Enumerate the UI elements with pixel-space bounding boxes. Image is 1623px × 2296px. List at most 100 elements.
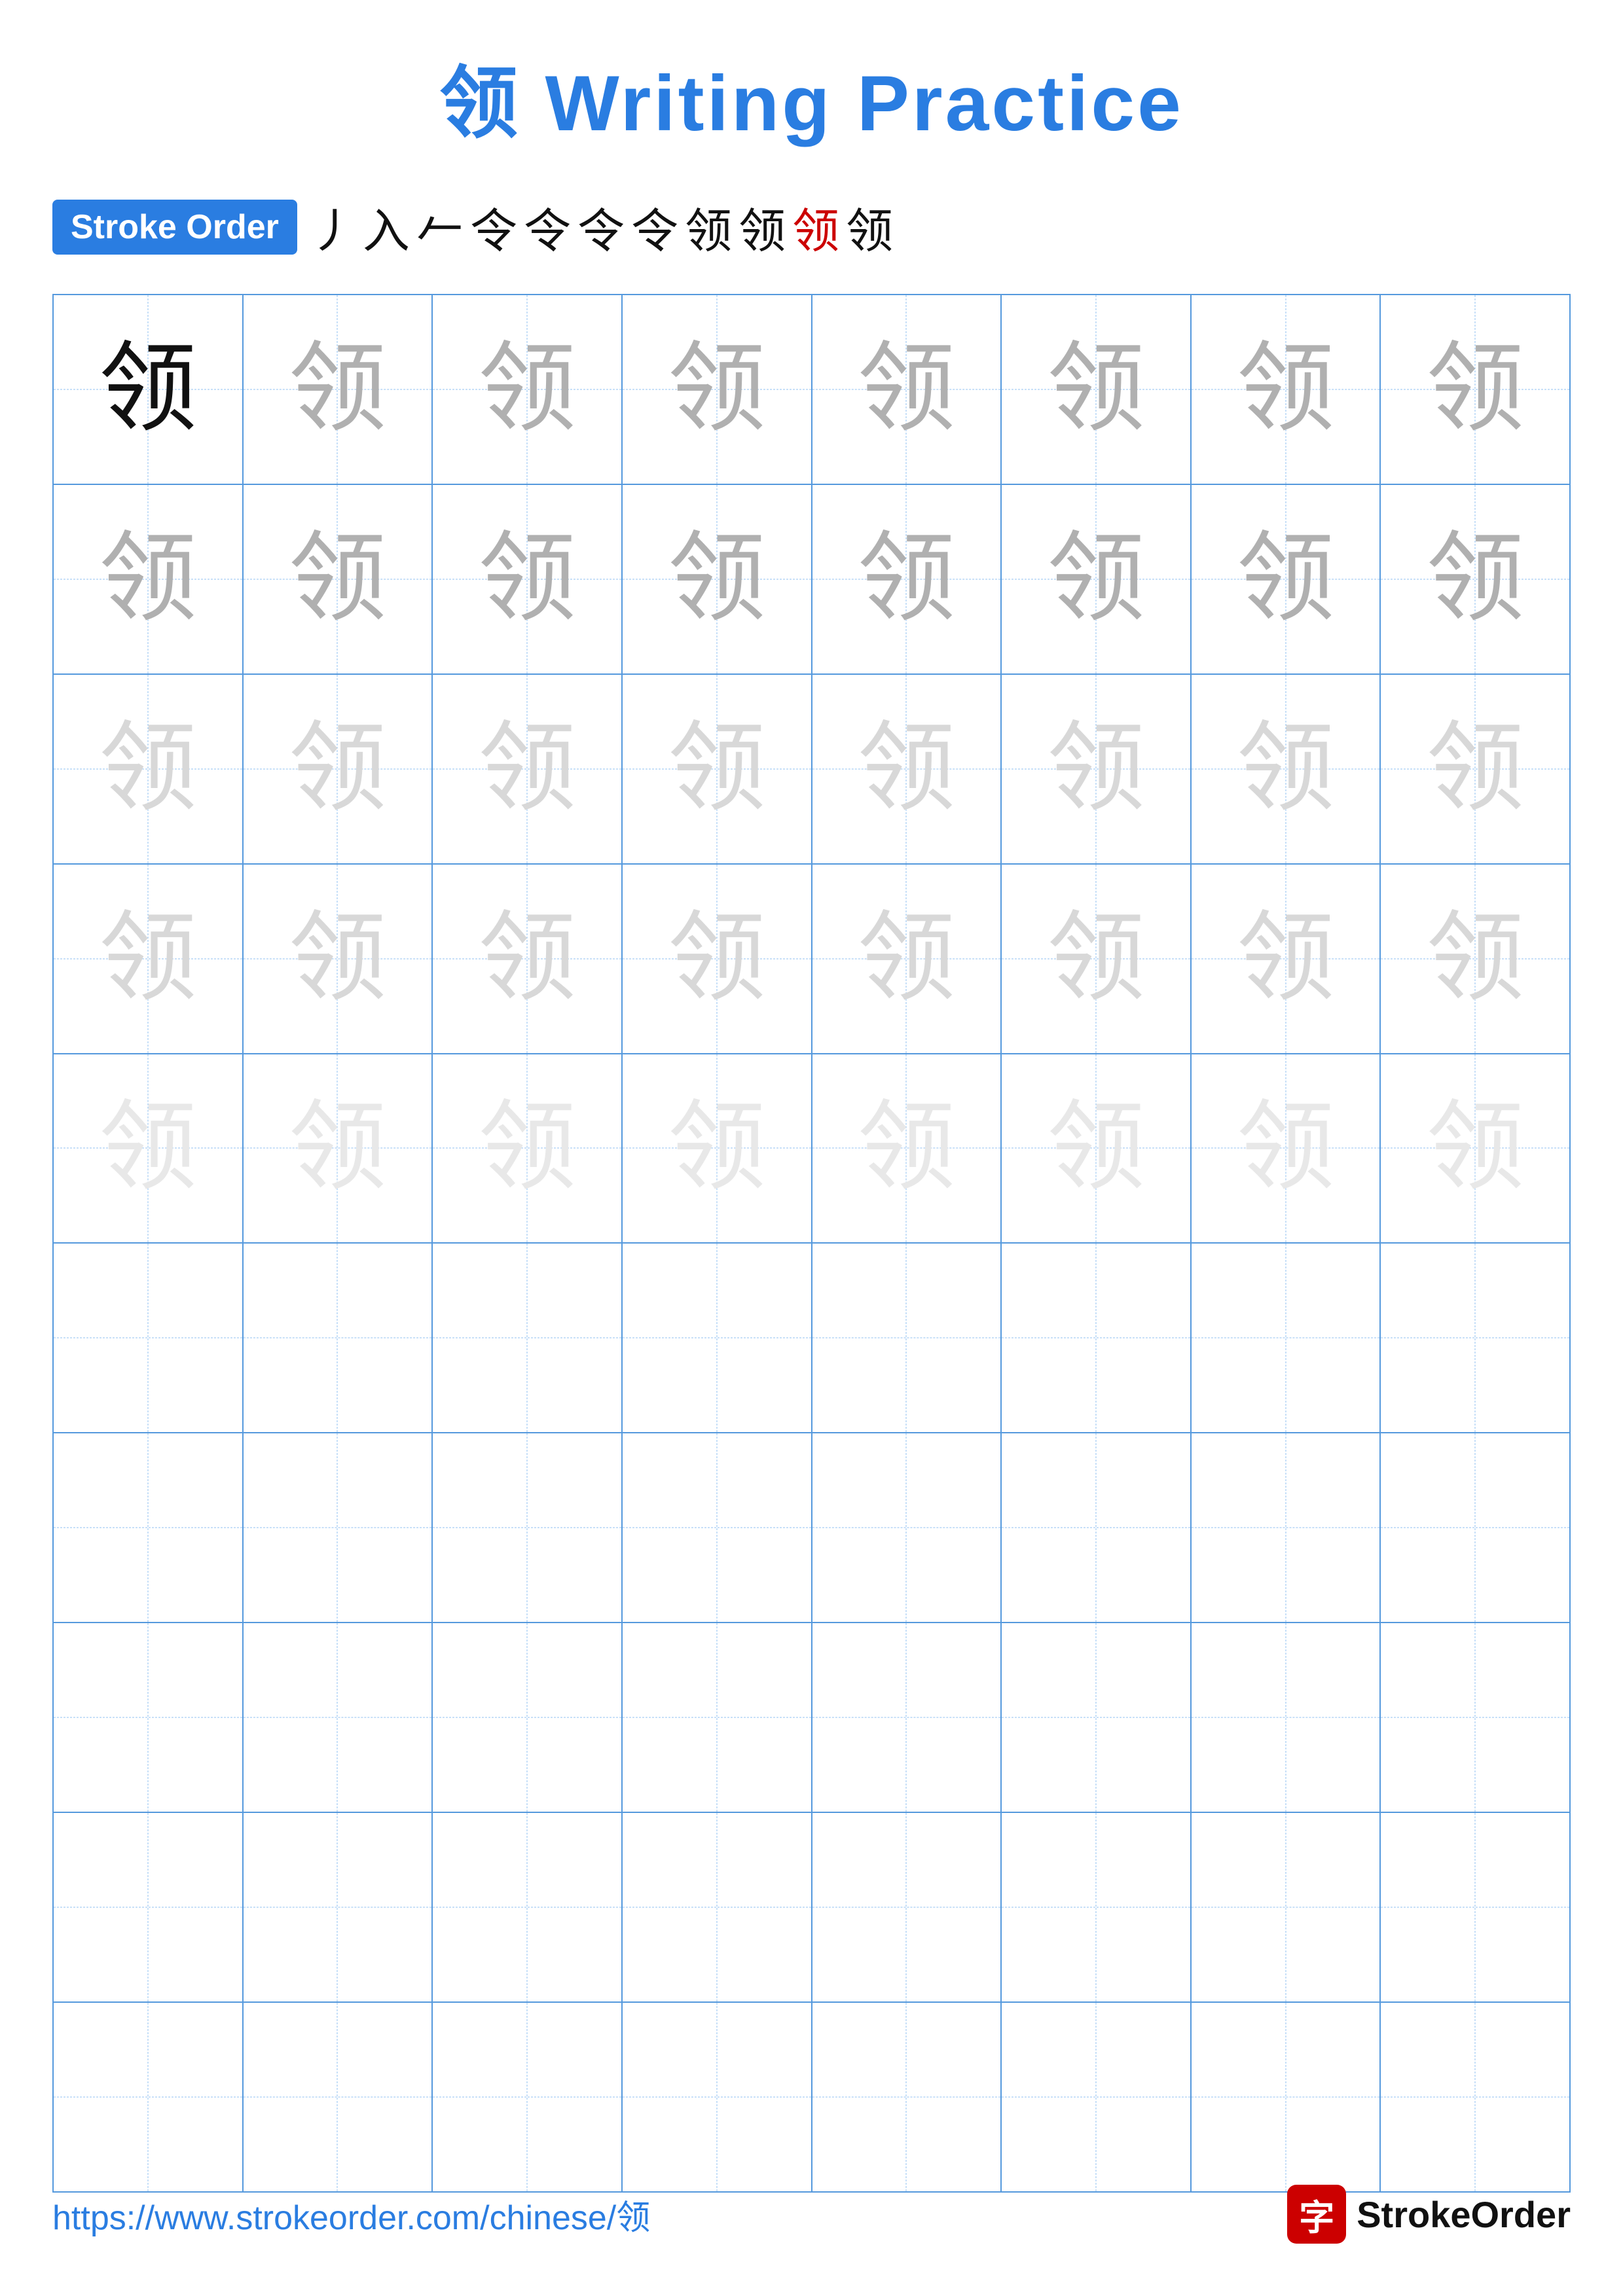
- grid-cell[interactable]: [1191, 1243, 1381, 1433]
- grid-cell: 领: [1380, 484, 1570, 674]
- grid-cell[interactable]: [243, 1812, 433, 2002]
- grid-cell[interactable]: [1191, 2002, 1381, 2192]
- grid-row: [53, 1433, 1570, 1623]
- grid-cell: 领: [53, 864, 243, 1054]
- practice-char: 领: [623, 910, 811, 1008]
- practice-char: 领: [433, 1099, 621, 1197]
- practice-char: 领: [623, 720, 811, 818]
- practice-char: 领: [433, 720, 621, 818]
- stroke-5: 令: [524, 192, 571, 261]
- grid-cell: 领: [1001, 674, 1191, 864]
- stroke-8: 领: [685, 192, 732, 261]
- grid-cell: 领: [1191, 484, 1381, 674]
- grid-cell: 领: [53, 484, 243, 674]
- grid-cell: 领: [1191, 295, 1381, 484]
- practice-char: 领: [244, 530, 432, 628]
- stroke-7: 令: [631, 192, 678, 261]
- stroke-3: 𠂉: [416, 192, 464, 261]
- grid-cell: 领: [432, 674, 622, 864]
- grid-cell[interactable]: [432, 2002, 622, 2192]
- grid-cell[interactable]: [812, 1243, 1002, 1433]
- footer-logo: 字 StrokeOrder: [1287, 2185, 1571, 2244]
- practice-char: 领: [1002, 530, 1190, 628]
- grid-row: [53, 1812, 1570, 2002]
- grid-cell[interactable]: [53, 1243, 243, 1433]
- practice-char: 领: [812, 530, 1001, 628]
- practice-char: 领: [54, 910, 242, 1008]
- grid-cell[interactable]: [622, 1812, 812, 2002]
- grid-cell[interactable]: [622, 1623, 812, 1812]
- practice-char: 领: [1192, 1099, 1380, 1197]
- grid-cell[interactable]: [1191, 1433, 1381, 1623]
- practice-char: 领: [1002, 910, 1190, 1008]
- grid-cell[interactable]: [1001, 1243, 1191, 1433]
- grid-cell: 领: [432, 864, 622, 1054]
- grid-cell[interactable]: [53, 1812, 243, 2002]
- grid-cell[interactable]: [812, 2002, 1002, 2192]
- grid-cell[interactable]: [1001, 2002, 1191, 2192]
- practice-grid: 领 领 领 领 领 领 领 领 领 领 领 领 领 领 领 领: [52, 294, 1571, 2193]
- grid-cell[interactable]: [432, 1433, 622, 1623]
- grid-cell: 领: [1380, 674, 1570, 864]
- practice-char: 领: [244, 1099, 432, 1197]
- practice-char: 领: [623, 1099, 811, 1197]
- grid-cell: 领: [243, 674, 433, 864]
- grid-cell[interactable]: [243, 1623, 433, 1812]
- footer-url[interactable]: https://www.strokeorder.com/chinese/领: [52, 2190, 650, 2239]
- stroke-order-badge: Stroke Order: [52, 200, 297, 255]
- grid-cell[interactable]: [432, 1812, 622, 2002]
- grid-cell[interactable]: [53, 2002, 243, 2192]
- grid-cell[interactable]: [432, 1243, 622, 1433]
- grid-cell[interactable]: [1191, 1623, 1381, 1812]
- grid-cell[interactable]: [622, 1433, 812, 1623]
- practice-char: 领: [433, 340, 621, 439]
- grid-cell: 领: [1380, 1054, 1570, 1244]
- grid-cell[interactable]: [1380, 1433, 1570, 1623]
- grid-cell[interactable]: [1001, 1433, 1191, 1623]
- grid-cell: 领: [1380, 864, 1570, 1054]
- grid-cell[interactable]: [812, 1623, 1002, 1812]
- stroke-10: 领: [792, 192, 839, 261]
- practice-char: 领: [1002, 720, 1190, 818]
- grid-cell[interactable]: [1380, 1812, 1570, 2002]
- grid-cell[interactable]: [1380, 1243, 1570, 1433]
- grid-cell[interactable]: [53, 1433, 243, 1623]
- practice-char: 领: [1192, 910, 1380, 1008]
- stroke-sequence: 丿 入 𠂉 令 令 令 令 领 领 领 领: [309, 192, 893, 261]
- grid-cell[interactable]: [1191, 1812, 1381, 2002]
- grid-row: 领 领 领 领 领 领 领 领: [53, 484, 1570, 674]
- grid-row: [53, 2002, 1570, 2192]
- grid-cell: 领: [812, 674, 1002, 864]
- grid-cell: 领: [1191, 674, 1381, 864]
- grid-cell: 领: [622, 295, 812, 484]
- grid-cell[interactable]: [1380, 2002, 1570, 2192]
- grid-row: 领 领 领 领 领 领 领 领: [53, 295, 1570, 484]
- practice-char: 领: [433, 910, 621, 1008]
- practice-char: 领: [54, 1099, 242, 1197]
- grid-row: 领 领 领 领 领 领 领 领: [53, 1054, 1570, 1244]
- grid-cell: 领: [812, 864, 1002, 1054]
- practice-char: 领: [812, 910, 1001, 1008]
- grid-cell[interactable]: [243, 1433, 433, 1623]
- grid-cell[interactable]: [53, 1623, 243, 1812]
- grid-cell[interactable]: [1001, 1623, 1191, 1812]
- grid-cell[interactable]: [622, 2002, 812, 2192]
- grid-cell[interactable]: [622, 1243, 812, 1433]
- practice-char: 领: [1192, 720, 1380, 818]
- practice-char: 领: [1381, 530, 1569, 628]
- grid-cell[interactable]: [432, 1623, 622, 1812]
- grid-cell[interactable]: [812, 1812, 1002, 2002]
- grid-cell[interactable]: [243, 2002, 433, 2192]
- grid-cell[interactable]: [243, 1243, 433, 1433]
- grid-cell[interactable]: [1380, 1623, 1570, 1812]
- footer-logo-text: StrokeOrder: [1357, 2193, 1571, 2236]
- grid-cell: 领: [1191, 864, 1381, 1054]
- grid-cell: 领: [243, 864, 433, 1054]
- grid-cell[interactable]: [812, 1433, 1002, 1623]
- practice-char: 领: [1002, 1099, 1190, 1197]
- grid-cell: 领: [622, 1054, 812, 1244]
- grid-cell[interactable]: [1001, 1812, 1191, 2002]
- practice-char: 领: [623, 530, 811, 628]
- grid-cell: 领: [53, 295, 243, 484]
- practice-char: 领: [1192, 340, 1380, 439]
